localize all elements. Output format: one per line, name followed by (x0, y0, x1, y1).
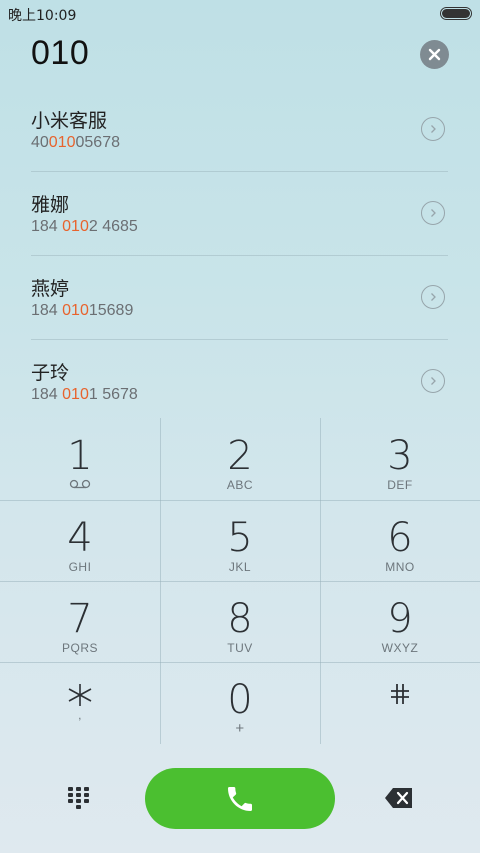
contact-name: 子玲 (31, 362, 70, 384)
key-digit: 5 (227, 515, 253, 561)
key-digit: 6 (387, 515, 413, 561)
key-7[interactable]: 7 PQRS (0, 581, 160, 661)
chevron-right-circle-icon[interactable] (421, 369, 445, 393)
contact-number: 184 01015689 (31, 302, 134, 319)
status-time: 晚上10:09 (8, 8, 77, 24)
contact-number: 184 0102 4685 (31, 218, 138, 235)
dial-keypad: 1 2 ABC 3 DEF 4 GHI 5 JKL 6 MNO 7 PQRS 8… (0, 418, 480, 744)
key-letters: PQRS (61, 641, 98, 655)
phone-icon (228, 786, 252, 811)
toggle-dialpad-button[interactable] (66, 786, 92, 810)
contact-name: 雅娜 (31, 194, 70, 216)
key-letters: + (235, 720, 245, 737)
key-digit: 4 (67, 515, 93, 561)
key-digit: 9 (387, 596, 413, 642)
clear-icon (428, 48, 441, 61)
key-3[interactable]: 3 DEF (320, 418, 480, 498)
key-letters: GHI (68, 560, 92, 574)
key-digit: 7 (67, 596, 93, 642)
key-4[interactable]: 4 GHI (0, 500, 160, 580)
key-letters: TUV (227, 641, 253, 655)
bottom-action-bar (0, 760, 480, 840)
contact-result[interactable]: 燕婷 184 01015689 (31, 256, 448, 340)
contact-result[interactable]: 子玲 184 0101 5678 (31, 340, 448, 424)
key-letters: JKL (228, 560, 252, 574)
key-1[interactable]: 1 (0, 418, 160, 498)
key-0[interactable]: 0 + (160, 662, 320, 742)
contact-result[interactable]: 小米客服 4001005678 (31, 88, 448, 172)
backspace-icon (385, 788, 412, 808)
contact-name: 小米客服 (31, 110, 108, 132)
key-9[interactable]: 9 WXYZ (320, 581, 480, 661)
key-letters: WXYZ (381, 641, 419, 655)
hash-icon (391, 684, 409, 704)
chevron-right-circle-icon[interactable] (421, 201, 445, 225)
key-digit: 3 (387, 433, 413, 479)
battery-icon (440, 7, 472, 20)
key-digit: 2 (227, 433, 253, 479)
key-star[interactable]: , (0, 662, 160, 742)
voicemail-icon (69, 479, 91, 489)
chevron-right-circle-icon[interactable] (421, 117, 445, 141)
key-5[interactable]: 5 JKL (160, 500, 320, 580)
key-letters: DEF (387, 478, 413, 492)
key-hash[interactable] (320, 662, 480, 742)
key-digit: 1 (67, 433, 93, 479)
dialpad-grid-icon (68, 787, 89, 809)
key-digit: 8 (227, 596, 253, 642)
call-button[interactable] (145, 768, 335, 829)
clear-number-button[interactable] (420, 40, 449, 69)
dialed-number-display: 010 (31, 34, 90, 72)
chevron-right-circle-icon[interactable] (421, 285, 445, 309)
contact-result[interactable]: 雅娜 184 0102 4685 (31, 172, 448, 256)
delete-digit-button[interactable] (384, 787, 414, 809)
contact-number: 184 0101 5678 (31, 386, 138, 403)
key-digit: 0 (227, 677, 253, 723)
star-icon (68, 684, 92, 706)
key-letters: MNO (385, 560, 415, 574)
key-6[interactable]: 6 MNO (320, 500, 480, 580)
key-2[interactable]: 2 ABC (160, 418, 320, 498)
key-letters: ABC (226, 478, 254, 492)
contact-name: 燕婷 (31, 278, 70, 300)
status-bar: 晚上10:09 (0, 0, 480, 28)
key-8[interactable]: 8 TUV (160, 581, 320, 661)
contact-number: 4001005678 (31, 134, 120, 151)
key-letters: , (78, 708, 82, 722)
